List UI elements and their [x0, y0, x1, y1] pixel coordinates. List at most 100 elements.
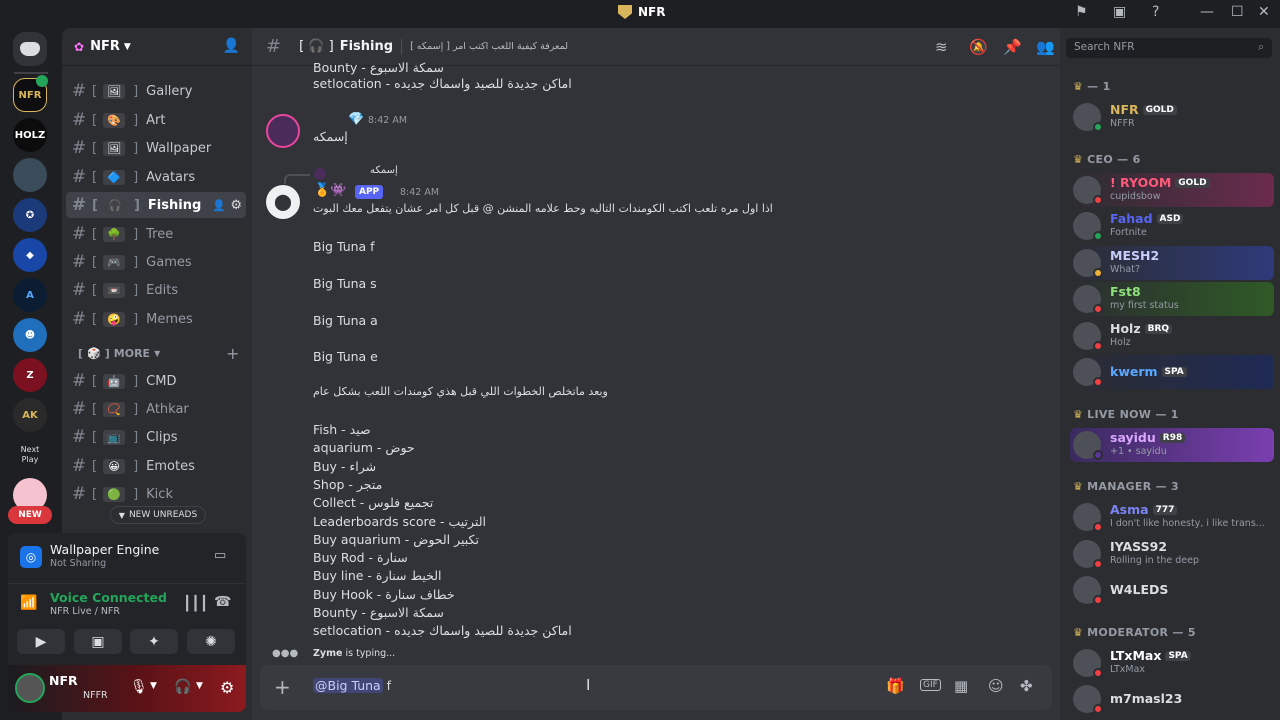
server-holz-icon[interactable]: HOLZ — [13, 118, 47, 152]
channel-emoji-icon: 😀 — [103, 458, 126, 474]
add-attachment-icon[interactable]: + — [274, 675, 291, 699]
role-icon: ♛ — [1073, 80, 1084, 93]
channel-topic[interactable]: لمعرفة كيفية اللعب اكتب امر [ إسمكه ] — [410, 41, 568, 52]
member-item[interactable]: ! RYOOM GOLD cupidsbow — [1070, 172, 1274, 207]
server-icon[interactable]: ◆ — [13, 238, 47, 272]
chevron-down-icon[interactable]: ▼ — [196, 681, 203, 691]
inbox-icon[interactable]: ▣ — [1113, 4, 1126, 20]
headphones-icon[interactable]: 🎧 — [174, 679, 191, 695]
member-status-text: LTxMax — [1110, 663, 1146, 675]
member-item[interactable]: LTxMax SPA LTxMax — [1070, 646, 1274, 680]
hashtag-icon: # — [71, 309, 87, 329]
server-icon[interactable]: AK — [13, 398, 47, 432]
avatar — [314, 168, 326, 180]
category-more[interactable]: [🎲] MORE ▼ — [78, 347, 160, 360]
settings-gear-icon[interactable]: ⚙ — [230, 198, 242, 213]
avatar[interactable] — [15, 673, 45, 703]
server-icon[interactable] — [13, 158, 47, 192]
screen-share-button[interactable]: ▣ — [74, 629, 122, 654]
search-input[interactable]: Search NFR ⌕ — [1066, 38, 1272, 58]
new-server-badge[interactable]: NEW — [8, 506, 52, 524]
server-next-play-icon[interactable]: Next Play — [13, 438, 47, 472]
close-button[interactable]: ✕ — [1258, 4, 1270, 20]
apps-icon[interactable]: ✤ — [1020, 677, 1033, 695]
hashtag-icon: # — [71, 252, 87, 272]
settings-gear-icon[interactable]: ⚙ — [220, 678, 234, 697]
bot-avatar[interactable]: ⬤ — [266, 185, 300, 219]
reply-author[interactable]: إسمكه — [370, 165, 398, 176]
channel-games[interactable]: #[🎮] Games — [66, 249, 246, 275]
channel-edits[interactable]: #[📼] Edits — [66, 277, 246, 303]
channel-wallpaper[interactable]: #[🖼] Wallpaper — [66, 135, 246, 161]
channel-athkar[interactable]: #[📿] Athkar — [66, 396, 246, 422]
member-item[interactable]: Holz BRQ Holz — [1070, 319, 1274, 353]
channel-emoji-icon: 🎮 — [103, 254, 126, 270]
sticker-icon[interactable]: ▦ — [954, 677, 968, 695]
member-list-icon[interactable]: 👥 — [1036, 38, 1055, 56]
emoji-icon[interactable]: ☺ — [988, 677, 1004, 695]
gift-icon[interactable]: 🎁 — [886, 677, 905, 695]
channel-name: Fishing — [339, 39, 394, 54]
noise-suppression-icon[interactable]: ┃┃┃ — [183, 596, 208, 612]
member-status-text: Fortnite — [1110, 227, 1147, 238]
server-icon[interactable]: Z — [13, 358, 47, 392]
maximize-button[interactable]: ☐ — [1231, 4, 1244, 20]
channel-gallery[interactable]: #[🖼] Gallery — [66, 78, 246, 104]
member-item[interactable]: NFR GOLD NFFR — [1070, 100, 1274, 134]
help-icon[interactable]: ? — [1152, 4, 1159, 20]
add-member-icon[interactable]: 👤 — [223, 38, 240, 54]
member-item[interactable]: Asma 777 I don't like honesty, i like tran… — [1070, 500, 1274, 534]
channel-avatars[interactable]: #[🔷] Avatars — [66, 164, 246, 190]
new-unreads-pill[interactable]: ▼ NEW UNREADS — [110, 506, 206, 524]
member-status-text: cupidsbow — [1110, 190, 1161, 202]
channel-tree[interactable]: #[🌳] Tree — [66, 221, 246, 247]
server-header[interactable]: ✿ NFR ▼ 👤 — [62, 28, 252, 66]
member-list: Search NFR ⌕ ♛ — 1 NFR GOLD NFFR ♛ CEO — 6! RYO… — [1060, 28, 1280, 720]
avatar[interactable] — [266, 114, 300, 148]
minimize-button[interactable]: — — [1200, 4, 1214, 20]
disconnect-icon[interactable]: ☎ — [214, 594, 231, 610]
channel-kick[interactable]: #[🟢] Kick — [66, 481, 246, 507]
threads-icon[interactable]: ≋ — [935, 38, 948, 56]
voice-status[interactable]: Voice Connected — [50, 590, 167, 605]
message-composer[interactable]: + @Big Tuna f I 🎁 GIF ▦ ☺ ✤ — [260, 665, 1052, 710]
member-item[interactable]: W4LEDS — [1070, 573, 1274, 607]
add-member-icon[interactable]: 👤 — [212, 199, 226, 212]
chevron-down-icon[interactable]: ▼ — [150, 681, 157, 691]
soundboard-button[interactable]: ✺ — [187, 629, 235, 654]
member-item[interactable]: IYASS92 Rolling in the deep — [1070, 537, 1274, 571]
screen-share-icon[interactable]: ▭ — [214, 548, 226, 563]
activities-button[interactable]: ✦ — [130, 629, 178, 654]
voice-channel[interactable]: NFR Live / NFR — [50, 606, 120, 617]
channel-art[interactable]: #[🎨] Art — [66, 107, 246, 133]
member-item[interactable]: sayidu R98 +1 • sayidu — [1070, 427, 1274, 462]
member-item[interactable]: MESH2 What? — [1070, 245, 1274, 280]
member-item[interactable]: Fst8 my first status — [1070, 282, 1274, 316]
message-line: setlocation - اماكن جديدة للصيد واسماك ج… — [313, 76, 572, 91]
server-icon[interactable]: ☻ — [13, 318, 47, 352]
chevron-down-icon: ▼ — [118, 510, 125, 520]
message-input[interactable]: @Big Tuna f — [313, 678, 391, 693]
channel-fishing[interactable]: #[🎧] Fishing 👤 ⚙ — [66, 192, 246, 218]
microphone-icon[interactable]: 🎙 — [130, 679, 148, 695]
channel-cmd[interactable]: #[🤖] CMD — [66, 368, 246, 394]
member-item[interactable]: kwerm SPA — [1070, 355, 1274, 389]
server-icon[interactable]: ✪ — [13, 198, 47, 232]
notification-bell-icon[interactable]: 🔕 — [969, 38, 988, 56]
camera-off-button[interactable]: ▶ — [17, 629, 65, 654]
hashtag-icon: # — [71, 167, 87, 187]
server-icon[interactable]: A — [13, 278, 47, 312]
inbox-flag-icon[interactable]: ⚑ — [1075, 4, 1088, 20]
member-item[interactable]: Fahad ASD Fortnite — [1070, 209, 1274, 243]
discord-home-icon[interactable] — [13, 32, 47, 66]
channel-memes[interactable]: #[🤪] Memes — [66, 306, 246, 332]
hashtag-icon: # — [71, 224, 87, 244]
command-line: Big Tuna e — [313, 349, 378, 364]
command-line: Buy aquarium - تكبير الحوض — [313, 531, 479, 547]
channel-clips[interactable]: #[📺] Clips — [66, 424, 246, 450]
channel-emotes[interactable]: #[😀] Emotes — [66, 453, 246, 479]
create-channel-icon[interactable]: + — [226, 344, 239, 363]
member-item[interactable]: m7masl23 — [1070, 682, 1274, 716]
pin-icon[interactable]: 📌 — [1003, 38, 1022, 56]
gif-icon[interactable]: GIF — [920, 679, 941, 691]
